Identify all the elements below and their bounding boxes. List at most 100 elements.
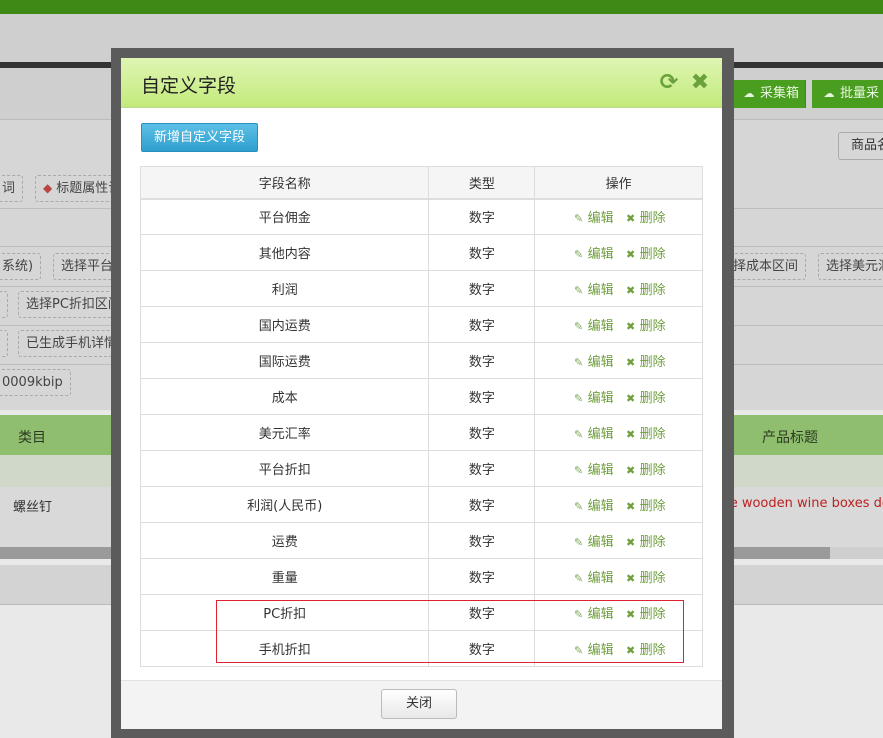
field-type-cell: 数字 bbox=[428, 522, 536, 559]
edit-button[interactable]: ✎ 编辑 bbox=[572, 459, 614, 478]
edit-icon: ✎ bbox=[573, 608, 584, 621]
table-row: 重量 数字 ✎ 编辑 ✖ 删除 bbox=[139, 558, 703, 595]
field-name-cell: 利润(人民币) bbox=[139, 486, 430, 523]
field-name-cell: 利润 bbox=[139, 270, 430, 307]
edit-button[interactable]: ✎ 编辑 bbox=[572, 495, 614, 514]
cloud-download-icon: ☁ bbox=[743, 87, 755, 100]
close-icon[interactable]: ✖ bbox=[689, 72, 711, 94]
edit-button[interactable]: ✎ 编辑 bbox=[572, 567, 614, 586]
table-row: 成本 数字 ✎ 编辑 ✖ 删除 bbox=[139, 378, 703, 415]
edit-icon: ✎ bbox=[573, 212, 584, 226]
delete-button[interactable]: ✖ 删除 bbox=[624, 531, 666, 550]
table-header-row: 字段名称 类型 操作 bbox=[139, 166, 703, 200]
filter-tag[interactable]: 已生成手机详情 bbox=[18, 330, 126, 357]
operation-cell: ✎ 编辑 ✖ 删除 bbox=[534, 342, 703, 379]
dialog-title: 自定义字段 bbox=[141, 75, 237, 97]
delete-icon: ✖ bbox=[626, 356, 636, 369]
delete-button[interactable]: ✖ 删除 bbox=[624, 279, 666, 298]
column-header-field-name: 字段名称 bbox=[139, 166, 430, 200]
delete-button[interactable]: ✖ 删除 bbox=[624, 387, 666, 406]
delete-icon: ✖ bbox=[626, 464, 636, 477]
field-name-cell: 运费 bbox=[139, 522, 430, 559]
delete-button[interactable]: ✖ 删除 bbox=[624, 603, 666, 622]
table-row: 利润(人民币) 数字 ✎ 编辑 ✖ 删除 bbox=[139, 486, 703, 523]
refresh-icon[interactable]: ⟳ bbox=[658, 72, 680, 94]
delete-button[interactable]: ✖ 删除 bbox=[624, 639, 666, 658]
sort-button[interactable]: 商品名 bbox=[838, 132, 883, 160]
field-type-cell: 数字 bbox=[428, 558, 536, 595]
edit-button[interactable]: ✎ 编辑 bbox=[572, 603, 614, 622]
edit-icon: ✎ bbox=[573, 392, 584, 405]
field-type-cell: 数字 bbox=[428, 414, 536, 451]
delete-button[interactable]: ✖ 删除 bbox=[624, 315, 666, 334]
edit-icon: ✎ bbox=[573, 572, 584, 585]
field-type-cell: 数字 bbox=[428, 486, 536, 523]
operation-cell: ✎ 编辑 ✖ 删除 bbox=[534, 594, 703, 631]
delete-button[interactable]: ✖ 删除 bbox=[624, 207, 666, 226]
edit-button[interactable]: ✎ 编辑 bbox=[572, 243, 614, 262]
delete-button[interactable]: ✖ 删除 bbox=[624, 459, 666, 478]
edit-button[interactable]: ✎ 编辑 bbox=[572, 639, 614, 658]
column-header-category[interactable]: 类目 bbox=[18, 427, 46, 447]
edit-icon: ✎ bbox=[573, 428, 584, 441]
field-name-cell: 成本 bbox=[139, 378, 430, 415]
column-header-type: 类型 bbox=[428, 166, 536, 200]
table-row: 国内运费 数字 ✎ 编辑 ✖ 删除 bbox=[139, 306, 703, 343]
filter-tag[interactable]: 选择美元汇 bbox=[818, 253, 883, 280]
row-product-title[interactable]: ve wooden wine boxes doo bbox=[722, 496, 883, 511]
field-name-cell: 国内运费 bbox=[139, 306, 430, 343]
field-type-cell: 数字 bbox=[428, 378, 536, 415]
operation-cell: ✎ 编辑 ✖ 删除 bbox=[534, 414, 703, 451]
operation-cell: ✎ 编辑 ✖ 删除 bbox=[534, 198, 703, 235]
field-type-cell: 数字 bbox=[428, 270, 536, 307]
operation-cell: ✎ 编辑 ✖ 删除 bbox=[534, 306, 703, 343]
edit-button[interactable]: ✎ 编辑 bbox=[572, 279, 614, 298]
delete-button[interactable]: ✖ 删除 bbox=[624, 423, 666, 442]
field-type-cell: 数字 bbox=[428, 198, 536, 235]
delete-button[interactable]: ✖ 删除 bbox=[624, 495, 666, 514]
edit-icon: ✎ bbox=[573, 464, 584, 477]
filter-tag[interactable]: 0009kbip bbox=[0, 369, 71, 396]
close-button[interactable]: 关闭 bbox=[381, 689, 457, 719]
table-row: PC折扣 数字 ✎ 编辑 ✖ 删除 bbox=[139, 594, 703, 631]
column-header-operation: 操作 bbox=[534, 166, 703, 200]
field-type-cell: 数字 bbox=[428, 594, 536, 631]
table-row: 运费 数字 ✎ 编辑 ✖ 删除 bbox=[139, 522, 703, 559]
custom-field-dialog: 自定义字段 ⟳ ✖ 新增自定义字段 字段名称 类型 操作 平台佣金 数字 ✎ 编辑 ✖ 删… bbox=[121, 58, 722, 729]
delete-button[interactable]: ✖ 删除 bbox=[624, 243, 666, 262]
column-header-product-title[interactable]: 产品标题 bbox=[762, 427, 818, 447]
field-name-cell: 平台佣金 bbox=[139, 198, 430, 235]
custom-field-table: 字段名称 类型 操作 平台佣金 数字 ✎ 编辑 ✖ 删除 其他内容 数字 ✎ 编辑 ✖ 删除 利润 数字 ✎… bbox=[139, 166, 703, 667]
batch-collect-button[interactable]: ☁ 批量采 bbox=[812, 80, 883, 108]
field-type-cell: 数字 bbox=[428, 342, 536, 379]
filter-tag[interactable]: 词 bbox=[0, 175, 24, 202]
table-row: 手机折扣 数字 ✎ 编辑 ✖ 删除 bbox=[139, 630, 703, 667]
delete-icon: ✖ bbox=[626, 248, 636, 261]
filter-tag[interactable] bbox=[0, 330, 8, 357]
edit-button[interactable]: ✎ 编辑 bbox=[572, 531, 614, 550]
delete-icon: ✖ bbox=[626, 536, 636, 549]
delete-button[interactable]: ✖ 删除 bbox=[624, 351, 666, 370]
edit-button[interactable]: ✎ 编辑 bbox=[572, 351, 614, 370]
edit-button[interactable]: ✎ 编辑 bbox=[572, 315, 614, 334]
edit-button[interactable]: ✎ 编辑 bbox=[572, 207, 614, 226]
collect-box-button[interactable]: ☁ 采集箱 bbox=[732, 80, 807, 108]
filter-tag[interactable] bbox=[0, 291, 8, 318]
delete-button[interactable]: ✖ 删除 bbox=[624, 567, 666, 586]
operation-cell: ✎ 编辑 ✖ 删除 bbox=[534, 558, 703, 595]
edit-icon: ✎ bbox=[573, 248, 584, 261]
edit-button[interactable]: ✎ 编辑 bbox=[572, 387, 614, 406]
filter-tag[interactable]: 系统) bbox=[0, 253, 42, 280]
field-name-cell: 手机折扣 bbox=[139, 630, 430, 667]
edit-icon: ✎ bbox=[573, 500, 584, 513]
field-name-cell: 美元汇率 bbox=[139, 414, 430, 451]
table-row: 其他内容 数字 ✎ 编辑 ✖ 删除 bbox=[139, 234, 703, 271]
table-row: 平台佣金 数字 ✎ 编辑 ✖ 删除 bbox=[139, 198, 703, 235]
field-name-cell: 其他内容 bbox=[139, 234, 430, 271]
dialog-footer: 关闭 bbox=[121, 680, 722, 729]
field-type-cell: 数字 bbox=[428, 306, 536, 343]
add-custom-field-button[interactable]: 新增自定义字段 bbox=[141, 123, 258, 152]
table-row: 利润 数字 ✎ 编辑 ✖ 删除 bbox=[139, 270, 703, 307]
cloud-download-icon: ☁ bbox=[823, 87, 835, 100]
edit-button[interactable]: ✎ 编辑 bbox=[572, 423, 614, 442]
